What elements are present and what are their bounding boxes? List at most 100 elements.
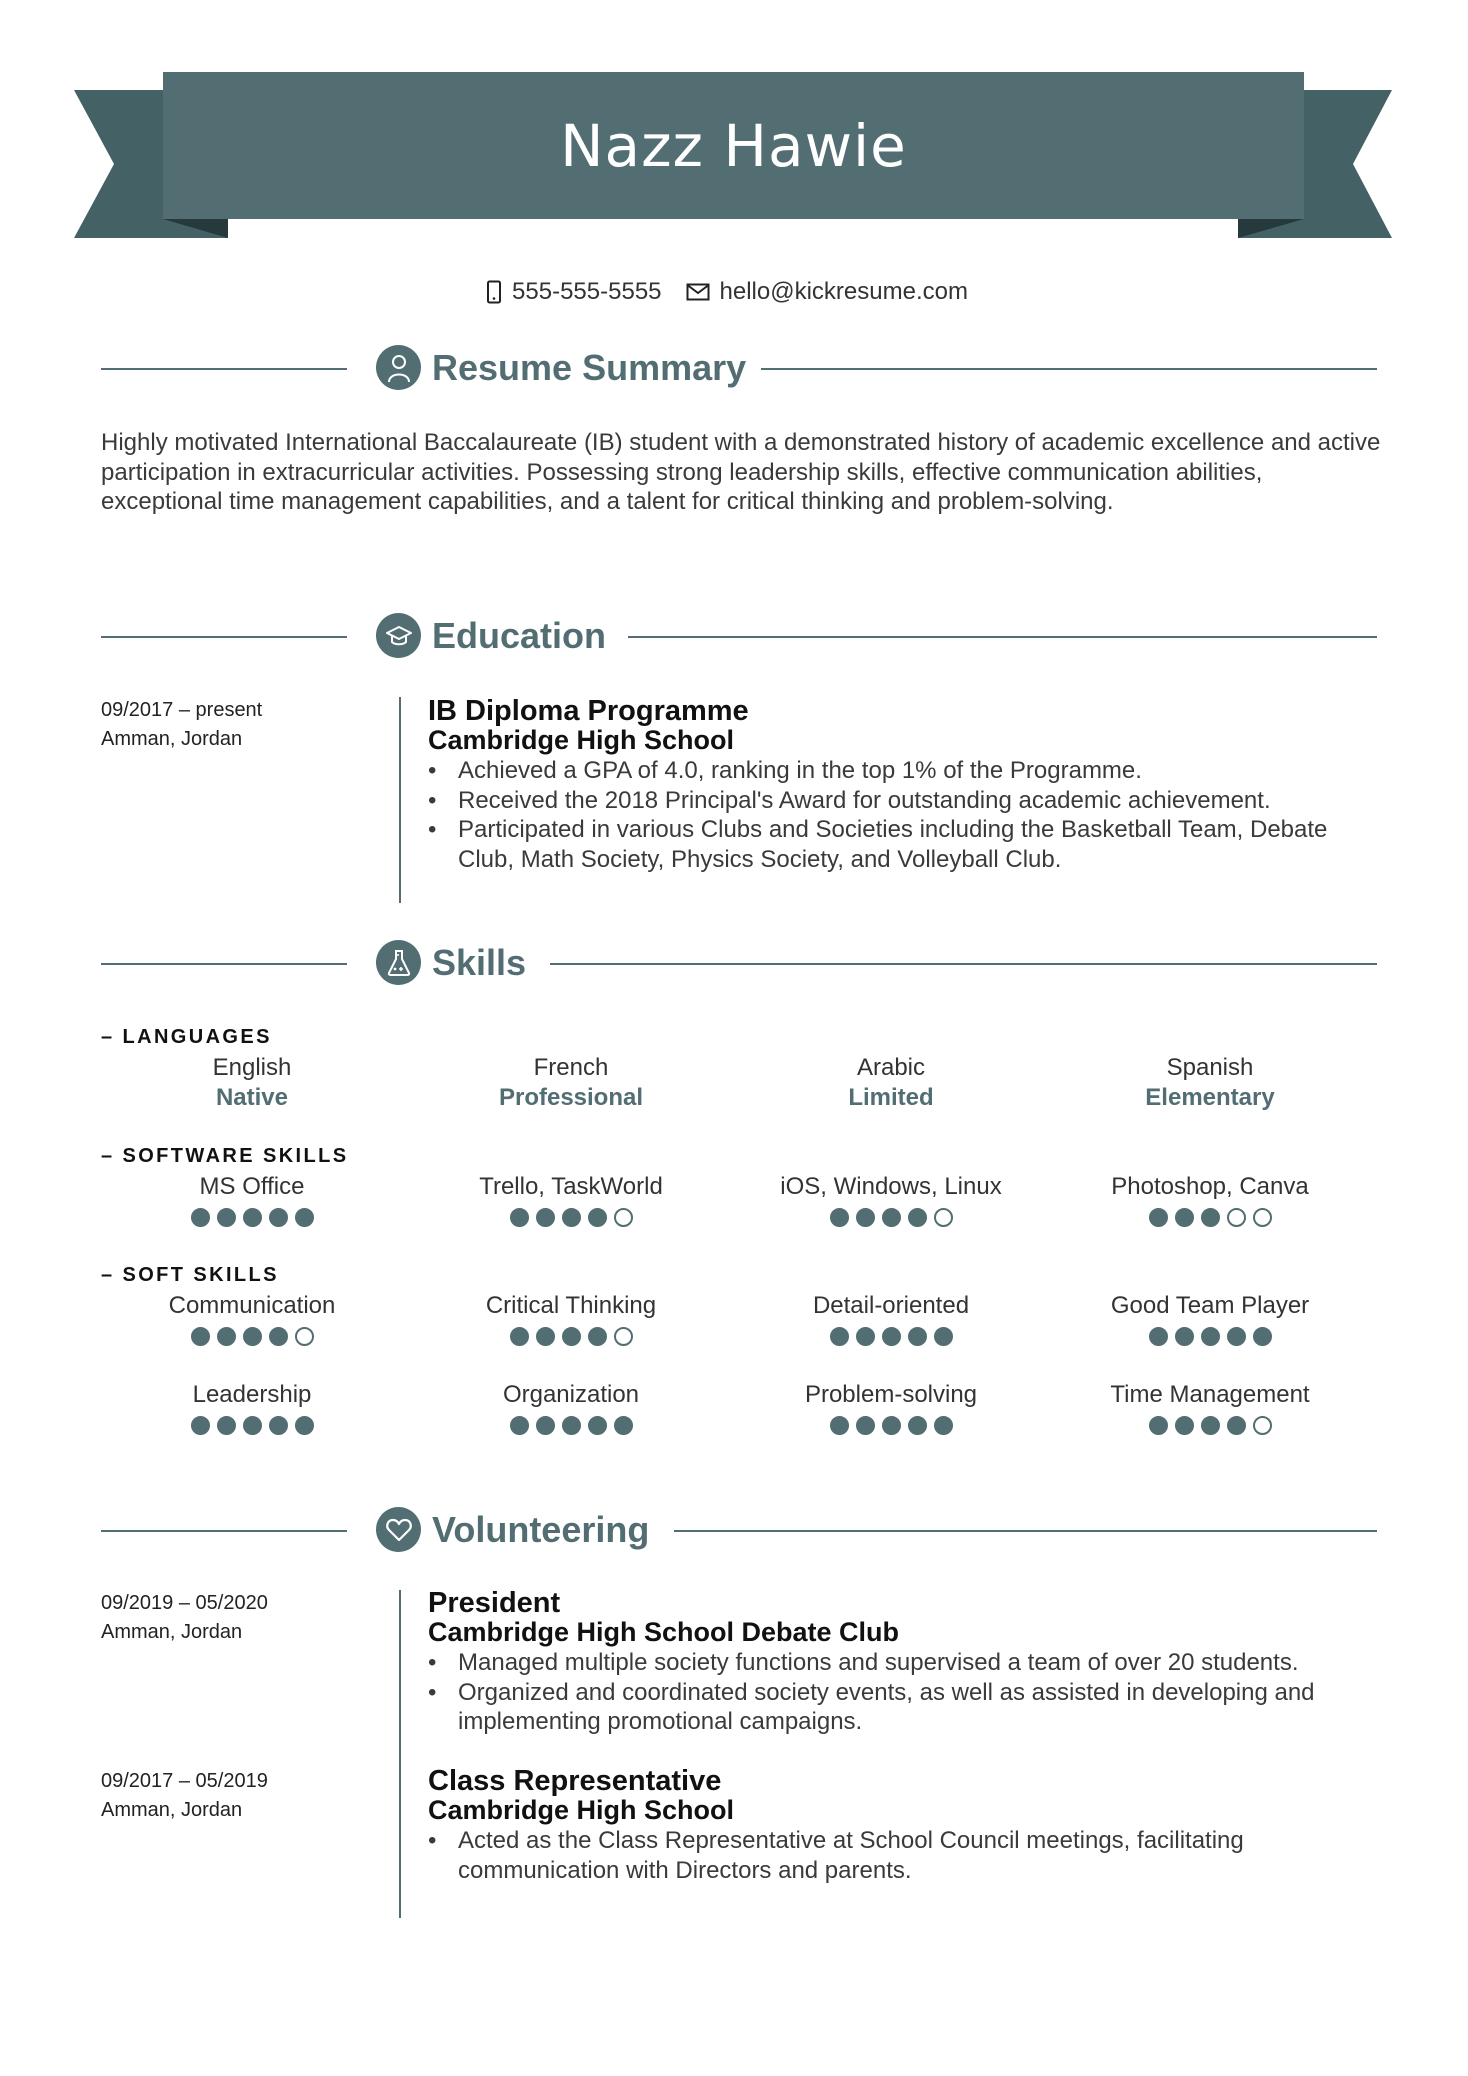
divider-right [628,636,1377,638]
graduation-cap-icon [376,613,421,658]
rating-dot-filled [933,1416,953,1435]
skill-name: Problem-solving [804,1381,978,1408]
rating-dot-filled [907,1416,927,1435]
skill-name: Leadership [192,1381,312,1408]
rating-dot-filled [294,1416,314,1435]
skill-name: Arabic [856,1054,926,1081]
entry-bullets: Acted as the Class Representative at Sch… [428,1826,1388,1885]
rating-dot-filled [561,1208,581,1227]
heart-icon [376,1507,421,1552]
bullet-item: Managed multiple society functions and s… [428,1648,1388,1678]
rating-dot-filled [190,1416,210,1435]
rating-dot-filled [1148,1416,1168,1435]
skill-item: Photoshop, Canva [1050,1172,1370,1227]
rating-dot-filled [1148,1327,1168,1346]
skill-name: Trello, TaskWorld [479,1173,663,1200]
rating-dot-filled [881,1416,901,1435]
skill-rating [731,1208,1051,1227]
rating-dot-filled [881,1327,901,1346]
section-title: Education [432,615,607,656]
rating-dot-empty [613,1327,633,1346]
rating-dot-filled [242,1327,262,1346]
rating-dot-filled [216,1208,236,1227]
skill-name: Communication [168,1292,336,1319]
user-icon [376,345,421,390]
skill-rating [731,1416,1051,1435]
rating-dot-filled [1148,1208,1168,1227]
bullet-item: Received the 2018 Principal's Award for … [428,786,1388,816]
language-level: Elementary [1145,1084,1275,1111]
skill-item: Communication [92,1291,412,1346]
divider-left [101,368,347,370]
skill-item: Good Team Player [1050,1291,1370,1346]
rating-dot-filled [1226,1416,1246,1435]
entry-location: Amman, Jordan [101,1621,243,1643]
skill-item: English Native [92,1053,412,1113]
rating-dot-filled [855,1208,875,1227]
section-title: Resume Summary [432,347,747,388]
skill-rating [731,1327,1051,1346]
entry-location: Amman, Jordan [101,1799,243,1821]
rating-dot-filled [855,1416,875,1435]
skill-item: Time Management [1050,1380,1370,1435]
skill-name: MS Office [199,1173,305,1200]
entry-location: Amman, Jordan [101,728,243,750]
phone-number[interactable]: 555-555-5555 [512,278,661,306]
rating-dot-filled [294,1208,314,1227]
skill-rating [92,1327,412,1346]
skill-name: Time Management [1110,1381,1310,1408]
volunteering-entry: President Cambridge High School Debate C… [428,1588,1388,1737]
volunteering-entry-meta: 09/2017 – 05/2019 Amman, Jordan [101,1767,268,1825]
rating-dot-empty [933,1208,953,1227]
rating-dot-empty [294,1327,314,1346]
rating-dot-filled [190,1327,210,1346]
skill-item: Spanish Elementary [1050,1053,1370,1113]
phone-icon [486,280,502,304]
rating-dot-filled [587,1327,607,1346]
skill-item: French Professional [411,1053,731,1113]
entry-role: Class Representative [428,1765,722,1797]
rating-dot-filled [268,1416,288,1435]
skill-item: Organization [411,1380,731,1435]
bullet-item: Achieved a GPA of 4.0, ranking in the to… [428,756,1388,786]
entry-dates: 09/2017 – 05/2019 [101,1770,268,1792]
skill-name: Critical Thinking [485,1292,657,1319]
section-title: Skills [432,942,527,983]
rating-dot-filled [1200,1327,1220,1346]
rating-dot-filled [242,1416,262,1435]
timeline-line [399,697,401,903]
skill-item: Trello, TaskWorld [411,1172,731,1227]
email-address[interactable]: hello@kickresume.com [720,278,968,306]
divider-right [674,1530,1377,1532]
rating-dot-empty [1226,1208,1246,1227]
rating-dot-filled [907,1327,927,1346]
skill-name: Spanish [1166,1054,1254,1081]
skill-rating [411,1416,731,1435]
skill-name: Good Team Player [1110,1292,1310,1319]
language-level: Native [215,1084,289,1111]
soft-skills-label: – SOFT SKILLS [101,1264,279,1286]
section-header-skills: Skills [101,940,1377,988]
rating-dot-filled [1226,1327,1246,1346]
entry-organization: Cambridge High School [428,1795,735,1825]
rating-dot-filled [561,1416,581,1435]
rating-dot-empty [1252,1416,1272,1435]
rating-dot-filled [829,1416,849,1435]
skill-rating [92,1416,412,1435]
rating-dot-filled [1174,1327,1194,1346]
skill-rating [92,1208,412,1227]
rating-dot-filled [613,1416,633,1435]
rating-dot-filled [1252,1327,1272,1346]
education-entry: IB Diploma Programme Cambridge High Scho… [428,696,1388,875]
skill-rating [1050,1327,1370,1346]
skill-item: Arabic Limited [731,1053,1051,1113]
rating-dot-empty [613,1208,633,1227]
rating-dot-filled [933,1327,953,1346]
divider-left [101,963,347,965]
rating-dot-filled [907,1208,927,1227]
rating-dot-filled [855,1327,875,1346]
divider-left [101,636,347,638]
volunteering-entry-meta: 09/2019 – 05/2020 Amman, Jordan [101,1589,268,1647]
rating-dot-filled [268,1208,288,1227]
section-header-volunteering: Volunteering [101,1507,1377,1555]
